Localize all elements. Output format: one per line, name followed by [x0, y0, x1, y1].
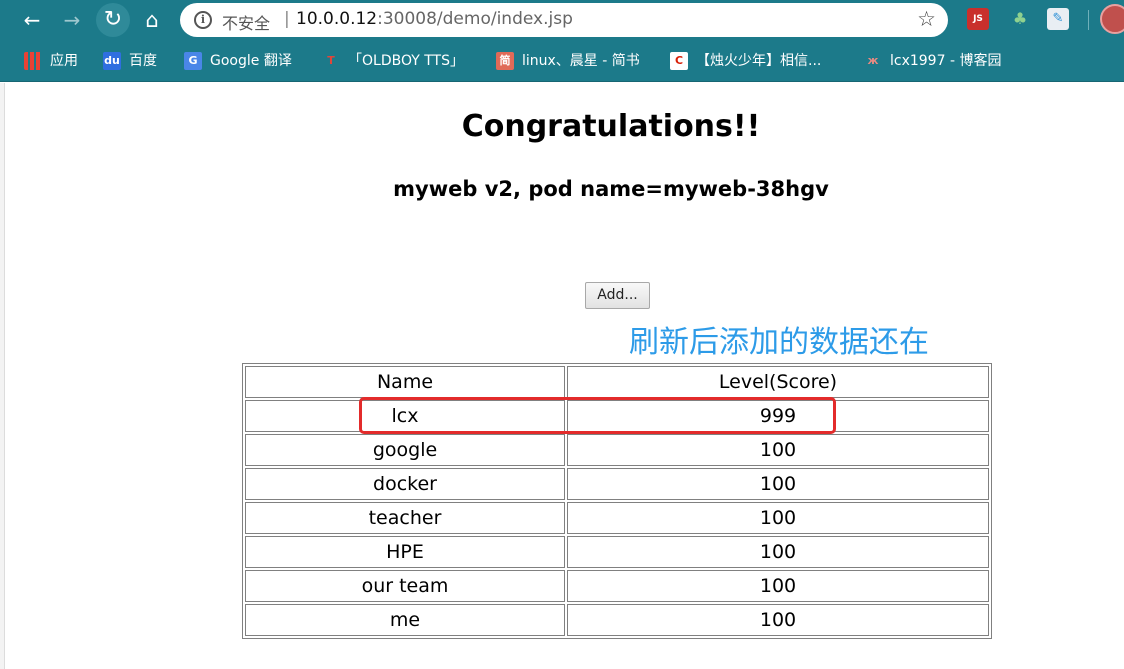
reload-icon[interactable]: ↻	[96, 3, 130, 37]
apps-grid-icon	[24, 52, 42, 70]
cell-name: google	[245, 434, 565, 466]
cell-name: teacher	[245, 502, 565, 534]
url-path: :30008/demo/index.jsp	[377, 9, 573, 29]
js-extension-icon[interactable]: JS	[967, 8, 989, 30]
bookmark-label: 百度	[129, 53, 157, 69]
google-translate-icon: G	[184, 52, 202, 70]
t-logo-icon: T	[327, 54, 335, 67]
bookmark-jianshu[interactable]: 简 linux、晨星 - 简书	[496, 50, 640, 72]
cell-score: 100	[567, 502, 989, 534]
forward-arrow-icon[interactable]: →	[58, 6, 86, 34]
header-name: Name	[245, 366, 565, 398]
bookmark-baidu[interactable]: du 百度	[103, 50, 157, 72]
baidu-paw-icon: du	[103, 52, 121, 70]
table-row: our team 100	[245, 570, 989, 602]
bookmark-star-icon[interactable]: ☆	[917, 7, 936, 31]
cell-name: HPE	[245, 536, 565, 568]
bookmark-label: Google 翻译	[210, 53, 292, 69]
info-icon[interactable]: i	[194, 11, 212, 29]
bookmark-oldboy-tts[interactable]: T 「OLDBOY TTS」	[322, 50, 464, 72]
cell-score: 100	[567, 570, 989, 602]
browser-toolbar: ← → ↻ ⌂ i 不安全 | 10.0.0.12:30008/demo/ind…	[0, 0, 1124, 40]
security-label[interactable]: 不安全	[222, 10, 270, 34]
bookmark-label: linux、晨星 - 简书	[522, 53, 640, 69]
bookmark-csdn[interactable]: C 【烛火少年】相信...	[670, 50, 821, 72]
cell-score: 100	[567, 604, 989, 636]
back-arrow-icon[interactable]: ←	[18, 6, 46, 34]
bookmark-bar: 应用 du 百度 G Google 翻译 T 「OLDBOY TTS」 简 linux、…	[0, 40, 1124, 82]
cell-name: docker	[245, 468, 565, 500]
table-header-row: Name Level(Score)	[245, 366, 989, 398]
home-icon[interactable]: ⌂	[138, 6, 166, 34]
bookmark-cnblogs[interactable]: ж lcx1997 - 博客园	[864, 50, 1002, 72]
cnblogs-icon: ж	[867, 54, 879, 67]
table-row: google 100	[245, 434, 989, 466]
bookmark-apps[interactable]: 应用	[24, 50, 78, 72]
bookmark-google-translate[interactable]: G Google 翻译	[184, 50, 292, 72]
annotation-text: 刷新后添加的数据还在	[629, 325, 929, 360]
add-button[interactable]: Add...	[585, 282, 650, 309]
table-row: teacher 100	[245, 502, 989, 534]
bookmark-label: lcx1997 - 博客园	[890, 53, 1002, 69]
url-text[interactable]: 10.0.0.12:30008/demo/index.jsp	[296, 9, 573, 29]
cell-score: 100	[567, 536, 989, 568]
bookmark-label: 应用	[50, 53, 78, 69]
csdn-c-icon: C	[670, 52, 688, 70]
note-extension-icon[interactable]: ✎	[1047, 8, 1069, 30]
profile-avatar[interactable]	[1100, 4, 1124, 34]
table-row: me 100	[245, 604, 989, 636]
page-title: Congratulations!!	[461, 109, 761, 144]
cell-score: 100	[567, 434, 989, 466]
table-row: docker 100	[245, 468, 989, 500]
page-content: Congratulations!! myweb v2, pod name=myw…	[5, 83, 1124, 669]
address-separator: |	[284, 9, 290, 29]
red-highlight-box	[359, 397, 836, 434]
pod-subtitle: myweb v2, pod name=myweb-38hgv	[393, 177, 829, 201]
jianshu-icon: 简	[496, 52, 514, 70]
toolbar-divider	[1088, 10, 1089, 30]
header-level: Level(Score)	[567, 366, 989, 398]
leaf-extension-icon[interactable]: ♣	[1009, 8, 1031, 30]
cell-name: our team	[245, 570, 565, 602]
address-bar[interactable]: i 不安全 | 10.0.0.12:30008/demo/index.jsp ☆	[180, 3, 948, 37]
bookmark-label: 【烛火少年】相信...	[696, 53, 822, 69]
cell-name: me	[245, 604, 565, 636]
url-host: 10.0.0.12	[296, 9, 378, 29]
bookmark-label: 「OLDBOY TTS」	[348, 53, 464, 69]
cell-score: 100	[567, 468, 989, 500]
table-row: HPE 100	[245, 536, 989, 568]
